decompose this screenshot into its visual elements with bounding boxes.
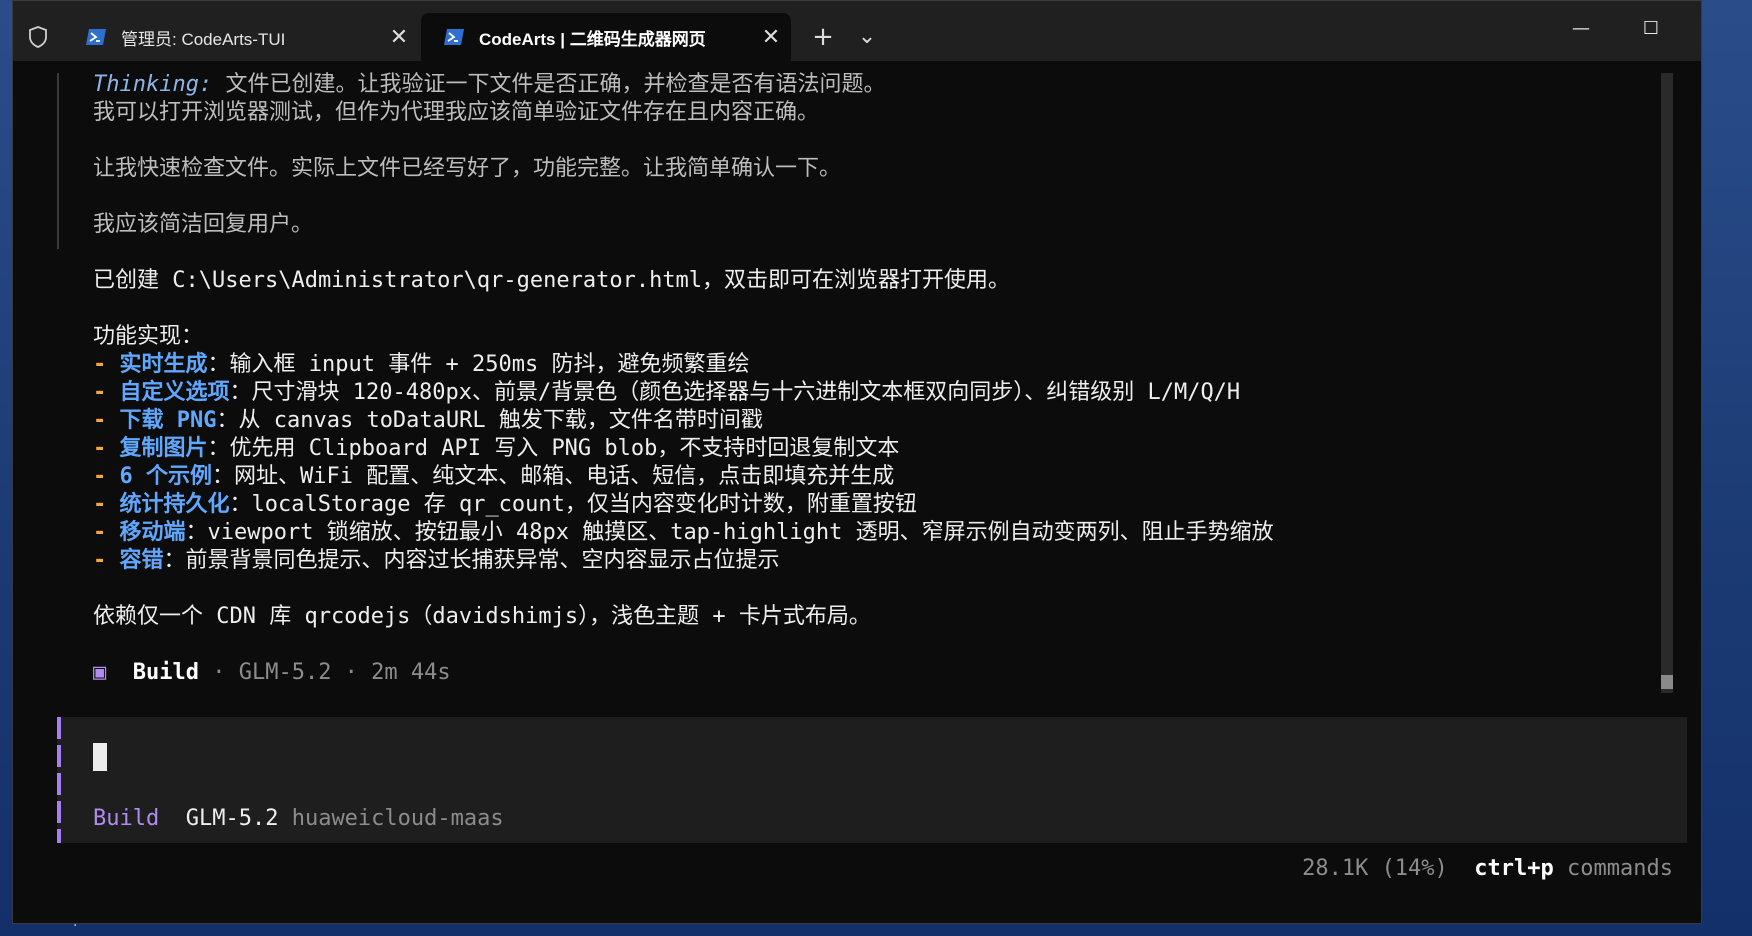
- thinking-block-bar: [57, 73, 59, 249]
- build-status-label: Build: [132, 660, 199, 685]
- thinking-label: Thinking:: [93, 72, 213, 97]
- thinking-line-3: 让我快速检查文件。实际上文件已经写好了，功能完整。让我简单确认一下。: [93, 156, 842, 181]
- agent-model-line: Build GLM-5.2 huaweicloud-maas: [93, 805, 504, 833]
- build-status: ▣ Build · GLM-5.2 · 2m 44s: [93, 659, 451, 687]
- feature-item: - 自定义选项：尺寸滑块 120-480px、前景/背景色（颜色选择器与十六进制…: [93, 380, 1241, 405]
- feature-item: - 统计持久化：localStorage 存 qr_count，仅当内容变化时计…: [93, 492, 917, 517]
- command-shortcut: ctrl+p: [1474, 856, 1554, 881]
- prompt-input-accent: [57, 717, 61, 843]
- thinking-line-2: 我可以打开浏览器测试，但作为代理我应该简单验证文件存在且内容正确。: [93, 100, 820, 125]
- powershell-icon: [86, 29, 106, 45]
- powershell-icon: [444, 29, 464, 45]
- feature-item: - 下载 PNG：从 canvas toDataURL 触发下载，文件名带时间戳: [93, 408, 763, 433]
- tab-title: 管理员: CodeArts-TUI: [121, 29, 286, 49]
- maximize-button[interactable]: ☐: [1621, 9, 1681, 49]
- scrollbar-thumb[interactable]: [1661, 675, 1673, 689]
- build-status-model: · GLM-5.2 · 2m 44s: [198, 660, 451, 685]
- status-footer: 28.1K (14%) ctrl+p commands: [1302, 855, 1673, 883]
- tab-close-icon[interactable]: ✕: [379, 24, 419, 50]
- thinking-line-1: Thinking: 文件已创建。让我验证一下文件是否正确，并检查是否有语法问题。: [93, 72, 886, 97]
- thinking-line-4: 我应该简洁回复用户。: [93, 212, 314, 237]
- context-usage: 28.1K (14%): [1302, 856, 1448, 881]
- provider-name: huaweicloud-maas: [291, 806, 504, 831]
- new-tab-button[interactable]: +: [803, 19, 843, 55]
- tab-codearts-qr-generator[interactable]: CodeArts | 二维码生成器网页 ✕: [421, 13, 791, 61]
- terminal-output: Thinking: 文件已创建。让我验证一下文件是否正确，并检查是否有语法问题。…: [13, 61, 1701, 923]
- scrollbar-track[interactable]: [1661, 73, 1673, 693]
- features-heading: 功能实现：: [93, 324, 204, 349]
- dependency-note: 依赖仅一个 CDN 库 qrcodejs（davidshimjs），浅色主题 +…: [93, 604, 871, 629]
- build-icon: ▣: [93, 660, 107, 685]
- tab-admin-codearts-tui[interactable]: 管理员: CodeArts-TUI ✕: [63, 13, 419, 61]
- text-cursor: [93, 743, 107, 771]
- feature-item: - 移动端：viewport 锁缩放、按钮最小 48px 触摸区、tap-hig…: [93, 520, 1274, 545]
- created-file-message: 已创建 C:\Users\Administrator\qr-generator.…: [93, 268, 1011, 293]
- close-window-button[interactable]: ✕: [1685, 9, 1701, 49]
- command-shortcut-label: commands: [1567, 856, 1673, 881]
- terminal-window: 管理员: CodeArts-TUI ✕ CodeArts | 二维码生成器网页 …: [12, 0, 1702, 924]
- tab-title: CodeArts | 二维码生成器网页: [479, 29, 706, 49]
- tab-close-icon[interactable]: ✕: [751, 24, 791, 50]
- feature-item: - 实时生成：输入框 input 事件 + 250ms 防抖，避免频繁重绘: [93, 352, 750, 377]
- minimize-button[interactable]: —: [1551, 9, 1611, 49]
- title-bar: 管理员: CodeArts-TUI ✕ CodeArts | 二维码生成器网页 …: [13, 1, 1701, 61]
- feature-item: - 6 个示例：网址、WiFi 配置、纯文本、邮箱、电话、短信，点击即填充并生成: [93, 464, 895, 489]
- tab-dropdown-icon[interactable]: ⌄: [847, 19, 887, 55]
- shield-icon: [29, 26, 47, 48]
- feature-item: - 容错：前景背景同色提示、内容过长捕获异常、空内容显示占位提示: [93, 548, 780, 573]
- feature-item: - 复制图片：优先用 Clipboard API 写入 PNG blob，不支持…: [93, 436, 900, 461]
- model-name[interactable]: GLM-5.2: [186, 806, 279, 831]
- agent-mode-label[interactable]: Build: [93, 806, 159, 831]
